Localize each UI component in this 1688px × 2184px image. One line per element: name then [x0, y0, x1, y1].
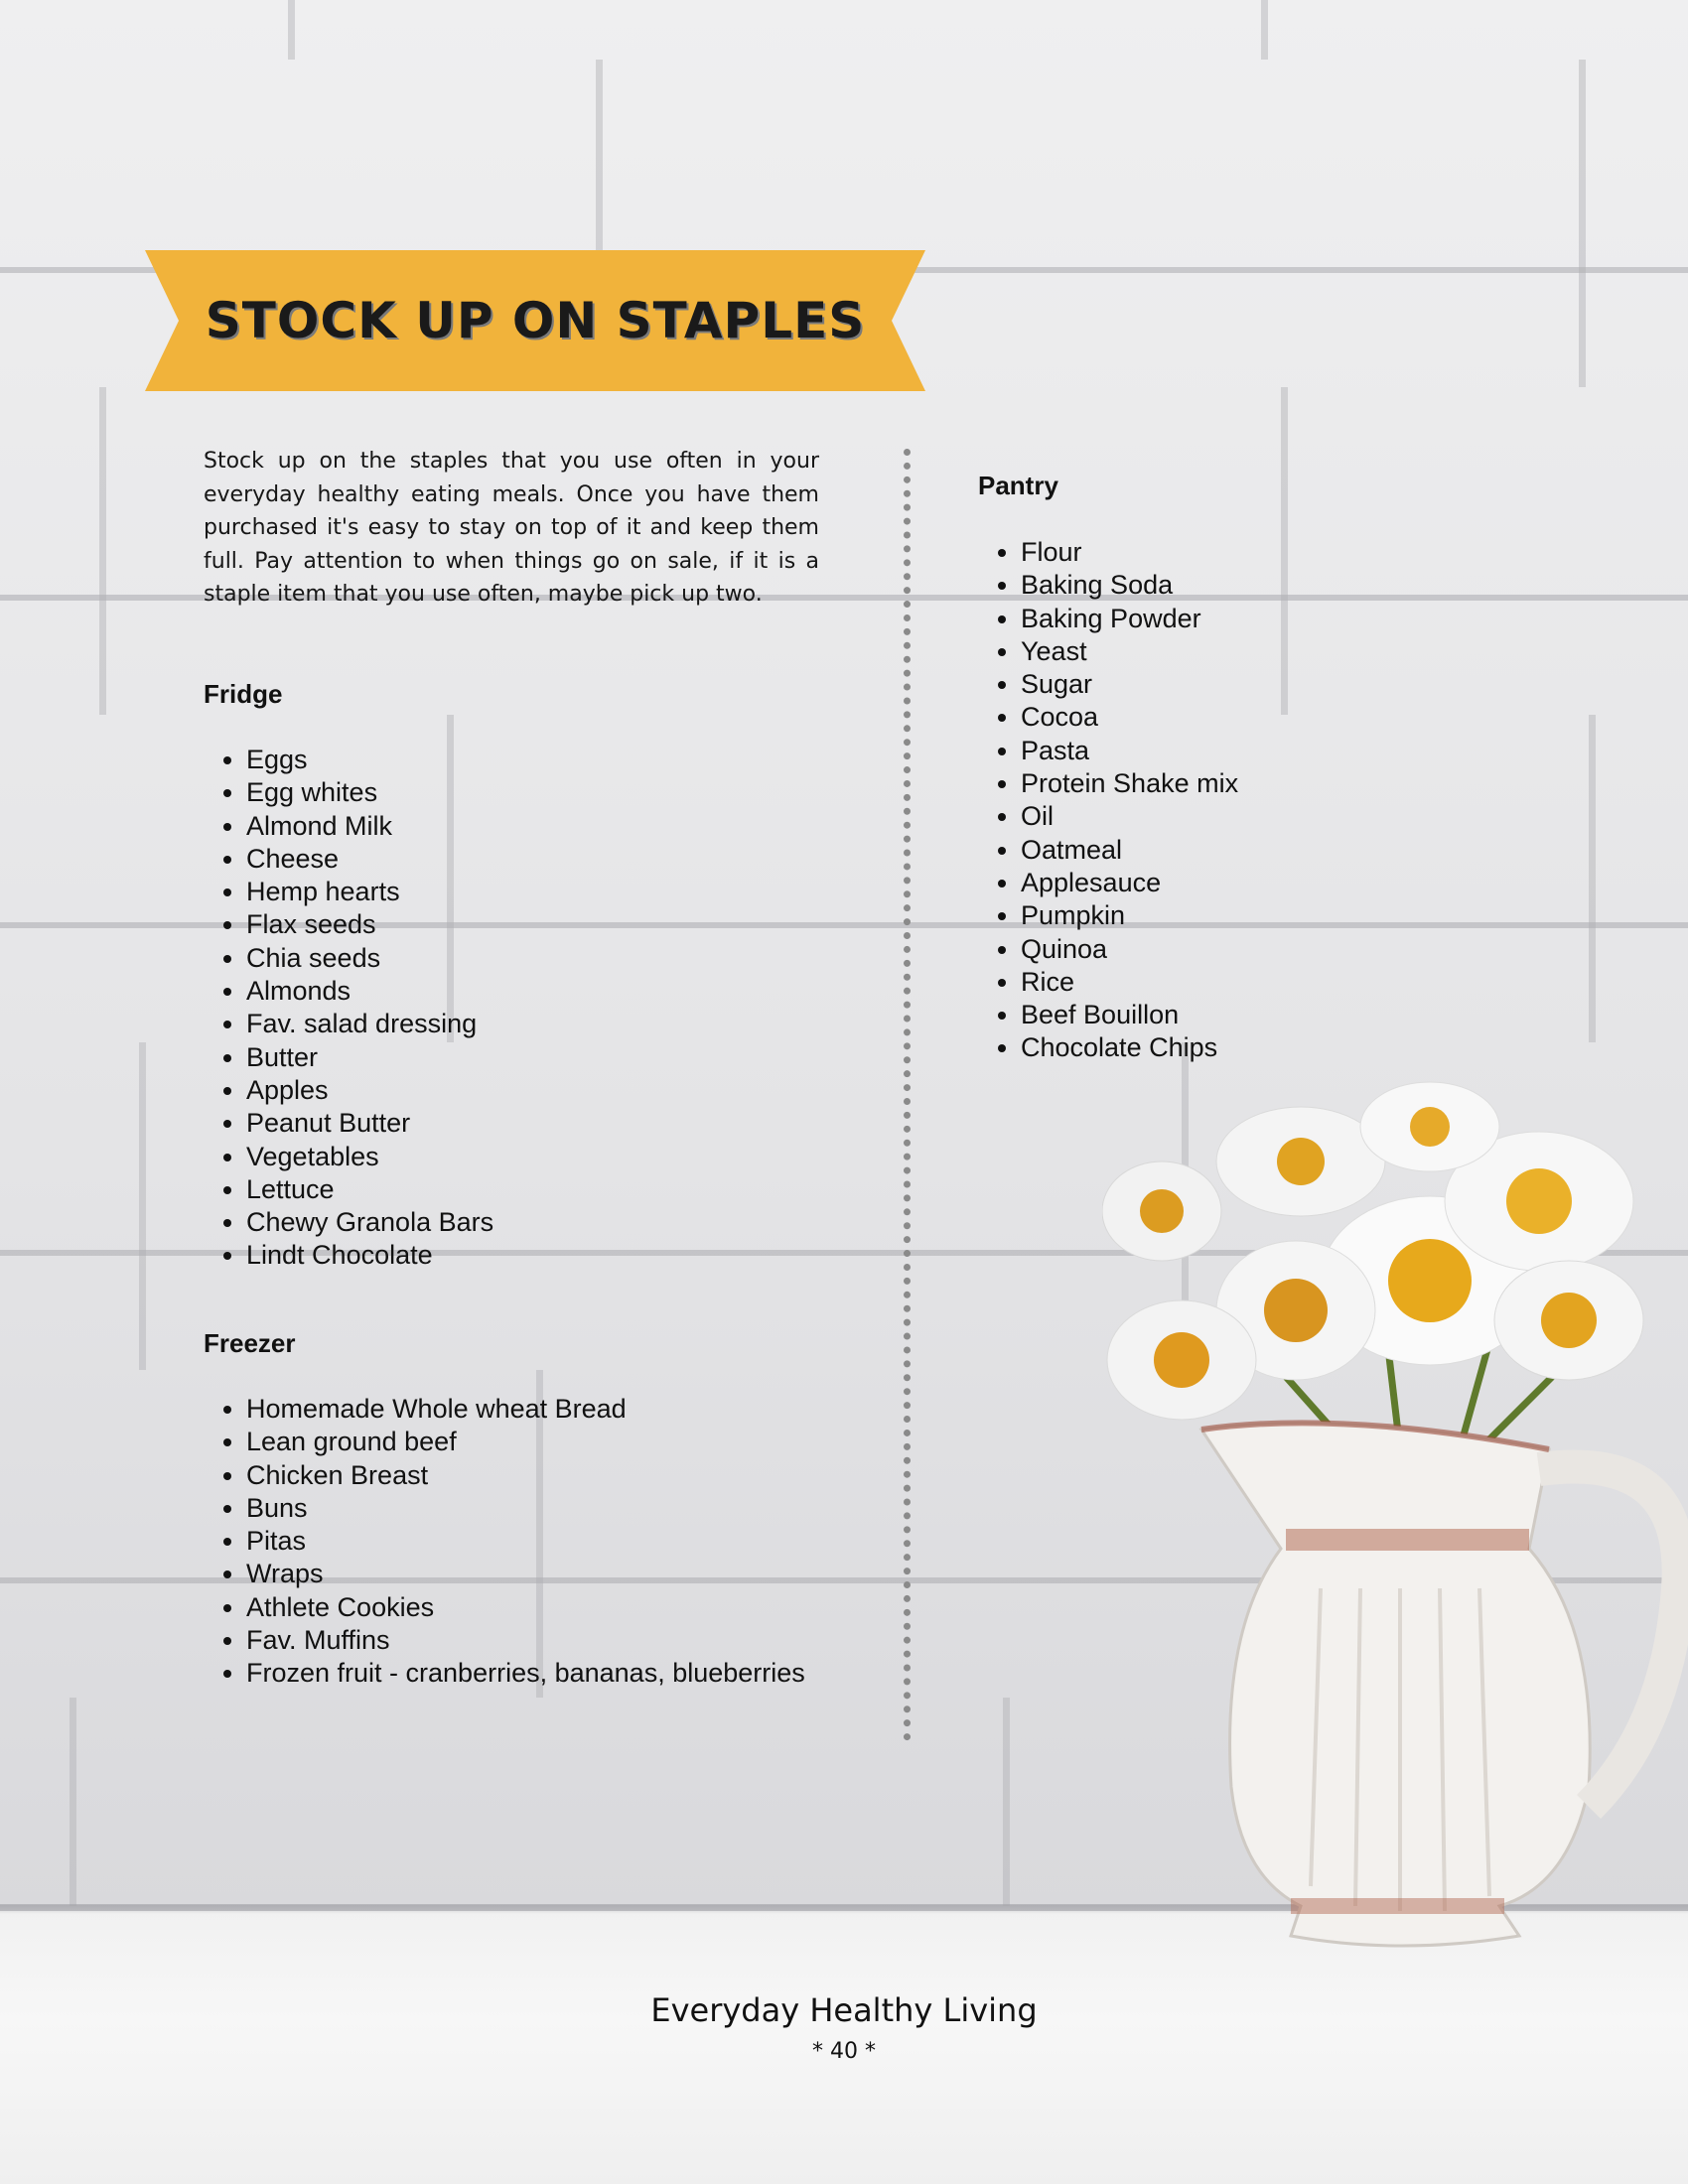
fridge-item: Cheese — [246, 843, 493, 876]
fridge-item: Vegetables — [246, 1141, 493, 1173]
intro-paragraph: Stock up on the staples that you use oft… — [204, 449, 819, 607]
pantry-item: Quinoa — [1021, 933, 1238, 966]
fridge-heading: Fridge — [204, 679, 283, 709]
freezer-item: Fav. Muffins — [246, 1624, 805, 1657]
fridge-item: Hemp hearts — [246, 876, 493, 908]
fridge-item: Butter — [246, 1041, 493, 1074]
freezer-item: Frozen fruit - cranberries, bananas, blu… — [246, 1657, 805, 1690]
fridge-item: Almond Milk — [246, 810, 493, 843]
freezer-item: Homemade Whole wheat Bread — [246, 1393, 805, 1426]
title-banner: STOCK UP ON STAPLES — [145, 250, 925, 391]
pantry-item: Oatmeal — [1021, 834, 1238, 867]
freezer-heading: Freezer — [204, 1328, 296, 1358]
fridge-item: Chewy Granola Bars — [246, 1206, 493, 1239]
fridge-item: Flax seeds — [246, 908, 493, 941]
fridge-item: Egg whites — [246, 776, 493, 809]
pantry-item: Baking Powder — [1021, 603, 1238, 635]
fridge-item: Eggs — [246, 744, 493, 776]
fridge-item: Apples — [246, 1074, 493, 1107]
fridge-item: Peanut Butter — [246, 1107, 493, 1140]
pantry-item: Beef Bouillon — [1021, 999, 1238, 1031]
vase-with-daisies-image — [1102, 1081, 1688, 1948]
pantry-heading: Pantry — [978, 471, 1058, 500]
page-number: * 40 * — [812, 2039, 876, 2064]
pantry-item: Baking Soda — [1021, 569, 1238, 602]
pantry-item: Flour — [1021, 536, 1238, 569]
freezer-item: Chicken Breast — [246, 1459, 805, 1492]
pantry-item: Sugar — [1021, 668, 1238, 701]
pantry-item: Protein Shake mix — [1021, 767, 1238, 800]
fridge-item: Lindt Chocolate — [246, 1239, 493, 1272]
pantry-item: Applesauce — [1021, 867, 1238, 899]
fridge-item: Almonds — [246, 975, 493, 1008]
pantry-item: Cocoa — [1021, 701, 1238, 734]
pantry-item: Yeast — [1021, 635, 1238, 668]
freezer-item: Pitas — [246, 1525, 805, 1558]
pantry-item: Pasta — [1021, 735, 1238, 767]
footer-title: Everyday Healthy Living — [650, 1991, 1038, 2029]
freezer-list: Homemade Whole wheat BreadLean ground be… — [204, 1393, 805, 1691]
pantry-item: Pumpkin — [1021, 899, 1238, 932]
pantry-item: Rice — [1021, 966, 1238, 999]
pantry-list: FlourBaking SodaBaking PowderYeastSugarC… — [978, 536, 1238, 1065]
fridge-item: Lettuce — [246, 1173, 493, 1206]
pantry-item: Oil — [1021, 800, 1238, 833]
freezer-item: Wraps — [246, 1558, 805, 1590]
fridge-item: Fav. salad dressing — [246, 1008, 493, 1040]
fridge-item: Chia seeds — [246, 942, 493, 975]
freezer-item: Lean ground beef — [246, 1426, 805, 1458]
freezer-item: Buns — [246, 1492, 805, 1525]
page-title: STOCK UP ON STAPLES — [205, 292, 866, 349]
column-divider — [904, 449, 911, 1741]
fridge-list: EggsEgg whitesAlmond MilkCheeseHemp hear… — [204, 744, 493, 1273]
freezer-item: Athlete Cookies — [246, 1591, 805, 1624]
